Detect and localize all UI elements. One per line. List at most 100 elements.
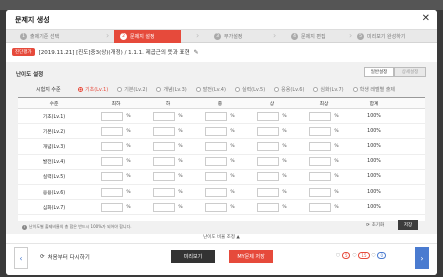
collapse-toggle[interactable]: 난이도 비율 조정 ▲ bbox=[6, 234, 437, 241]
ratio-input[interactable] bbox=[205, 111, 228, 121]
ratio-input[interactable] bbox=[309, 157, 332, 167]
ratio-input[interactable] bbox=[309, 141, 332, 151]
count-badge: 5 bbox=[341, 252, 351, 259]
ratio-input[interactable] bbox=[101, 157, 124, 167]
ratio-input[interactable] bbox=[153, 202, 176, 212]
ratio-input[interactable] bbox=[257, 157, 280, 167]
eval-type-badge: 진단평가 bbox=[12, 48, 35, 56]
ratio-input[interactable] bbox=[101, 111, 124, 121]
level-radio-7[interactable]: 심화(Lv.7) bbox=[313, 86, 344, 93]
step-number: 3 bbox=[214, 33, 221, 40]
column-header: 합계 bbox=[369, 101, 379, 107]
ratio-input[interactable] bbox=[257, 111, 280, 121]
ratio-input[interactable] bbox=[101, 202, 124, 212]
detail-settings-toggle[interactable]: 상세설정 bbox=[394, 67, 426, 77]
table-row: 발전(Lv.4)%%%%% 100% bbox=[18, 155, 425, 170]
percent-label: % bbox=[282, 143, 287, 149]
percent-label: % bbox=[282, 204, 287, 210]
ratio-input[interactable] bbox=[205, 202, 228, 212]
percent-label: % bbox=[230, 204, 235, 210]
pencil-icon[interactable]: ✎ bbox=[194, 49, 199, 56]
ratio-input[interactable] bbox=[153, 111, 176, 121]
ratio-cell: % bbox=[90, 202, 142, 212]
preview-button[interactable]: 미리보기 bbox=[171, 250, 215, 263]
ratio-input[interactable] bbox=[101, 172, 124, 182]
ratio-input[interactable] bbox=[205, 172, 228, 182]
level-radio-group: 시험지 수준 기초(Lv.1) 기본(Lv.2) 개념(Lv.3) 발전(Lv.… bbox=[18, 83, 425, 95]
step-number: 1 bbox=[20, 33, 27, 40]
general-settings-toggle[interactable]: 일반설정 bbox=[364, 67, 394, 77]
step-progress-bar: 1 출제기준 선택 › 2 문제지 설정 › 3 부가설정 › 4 문제지 편집… bbox=[6, 30, 437, 43]
ratio-input[interactable] bbox=[257, 187, 280, 197]
row-label: 발전(Lv.4) bbox=[42, 160, 66, 166]
ratio-input[interactable] bbox=[153, 172, 176, 182]
level-radio-1[interactable]: 기초(Lv.1) bbox=[78, 86, 108, 93]
ratio-cell: % bbox=[298, 126, 350, 136]
ratio-input[interactable] bbox=[309, 111, 332, 121]
ratio-input[interactable] bbox=[309, 126, 332, 136]
ratio-input[interactable] bbox=[153, 126, 176, 136]
chevron-left-icon: ‹ bbox=[19, 253, 23, 263]
ratio-input[interactable] bbox=[153, 187, 176, 197]
ratio-note: i 난이도별 출제비율의 총 합은 반드시 100%가 되어야 합니다. bbox=[22, 224, 132, 230]
ratio-cell: % bbox=[90, 157, 142, 167]
ratio-input[interactable] bbox=[205, 187, 228, 197]
ratio-cell: % bbox=[246, 111, 298, 121]
step-number: 5 bbox=[357, 33, 364, 40]
ratio-cell: % bbox=[194, 157, 246, 167]
reset-button[interactable]: ⟳ 초기화 bbox=[366, 222, 384, 229]
restart-button[interactable]: ⟳ 처음부터 다시하기 bbox=[40, 253, 90, 261]
level-radio-4[interactable]: 발전(Lv.4) bbox=[195, 86, 226, 93]
close-icon[interactable]: ✕ bbox=[422, 13, 430, 24]
ratio-cell: % bbox=[142, 172, 194, 182]
ratio-input[interactable] bbox=[153, 157, 176, 167]
percent-label: % bbox=[178, 113, 183, 119]
ratio-input[interactable] bbox=[309, 187, 332, 197]
create-paper-dialog: 문제지 생성 ✕ 1 출제기준 선택 › 2 문제지 설정 › 3 부가설정 ›… bbox=[6, 10, 437, 275]
percent-label: % bbox=[230, 189, 235, 195]
percent-label: % bbox=[334, 143, 339, 149]
column-header: 하 bbox=[165, 101, 171, 107]
ratio-input[interactable] bbox=[101, 187, 124, 197]
step-2[interactable]: 2 문제지 설정 bbox=[114, 30, 181, 43]
step-4[interactable]: 4 문제지 편집 bbox=[291, 30, 326, 43]
level-radio-3[interactable]: 개념(Lv.3) bbox=[156, 86, 187, 93]
ratio-input[interactable] bbox=[153, 141, 176, 151]
level-radio-5[interactable]: 실력(Lv.5) bbox=[234, 86, 265, 93]
step-5[interactable]: 5 미리보기 완성하기 bbox=[357, 30, 405, 43]
row-total: 100% bbox=[367, 143, 381, 149]
ratio-input[interactable] bbox=[257, 141, 280, 151]
level-label: 시험지 수준 bbox=[36, 86, 61, 93]
ratio-input[interactable] bbox=[205, 157, 228, 167]
step-1[interactable]: 1 출제기준 선택 bbox=[20, 30, 59, 43]
prev-button[interactable]: ‹ bbox=[14, 247, 28, 269]
step-3[interactable]: 3 부가설정 bbox=[214, 30, 242, 43]
my-question-save-button[interactable]: MY문제 저장 bbox=[229, 250, 273, 263]
percent-label: % bbox=[178, 189, 183, 195]
percent-label: % bbox=[334, 159, 339, 165]
dialog-footer: ‹ ⟳ 처음부터 다시하기 미리보기 MY문제 저장 ◌ 5 ◌ 15 ◌ 0 … bbox=[6, 243, 437, 275]
save-button[interactable]: 저장 bbox=[398, 220, 418, 230]
table-row: 응용(Lv.6)%%%%% 100% bbox=[18, 185, 425, 201]
ratio-cell: % bbox=[298, 141, 350, 151]
ratio-cell: % bbox=[298, 172, 350, 182]
percent-label: % bbox=[178, 128, 183, 134]
percent-label: % bbox=[230, 143, 235, 149]
ratio-input[interactable] bbox=[101, 141, 124, 151]
ratio-input[interactable] bbox=[205, 141, 228, 151]
next-button[interactable]: › bbox=[415, 247, 429, 269]
ratio-input[interactable] bbox=[205, 126, 228, 136]
ratio-input[interactable] bbox=[257, 172, 280, 182]
level-radio-6[interactable]: 응용(Lv.6) bbox=[274, 86, 304, 93]
ratio-input[interactable] bbox=[309, 202, 332, 212]
ratio-input[interactable] bbox=[257, 126, 280, 136]
percent-label: % bbox=[178, 159, 183, 165]
ratio-cell: % bbox=[142, 187, 194, 197]
ratio-input[interactable] bbox=[257, 202, 280, 212]
ratio-input[interactable] bbox=[101, 126, 124, 136]
ratio-cell: % bbox=[246, 202, 298, 212]
level-radio-2[interactable]: 기본(Lv.2) bbox=[117, 86, 147, 93]
ratio-input[interactable] bbox=[309, 172, 332, 182]
chevron-right-icon: › bbox=[273, 31, 277, 40]
level-radio-student[interactable]: 학생 레벨별 출제 bbox=[352, 86, 395, 93]
